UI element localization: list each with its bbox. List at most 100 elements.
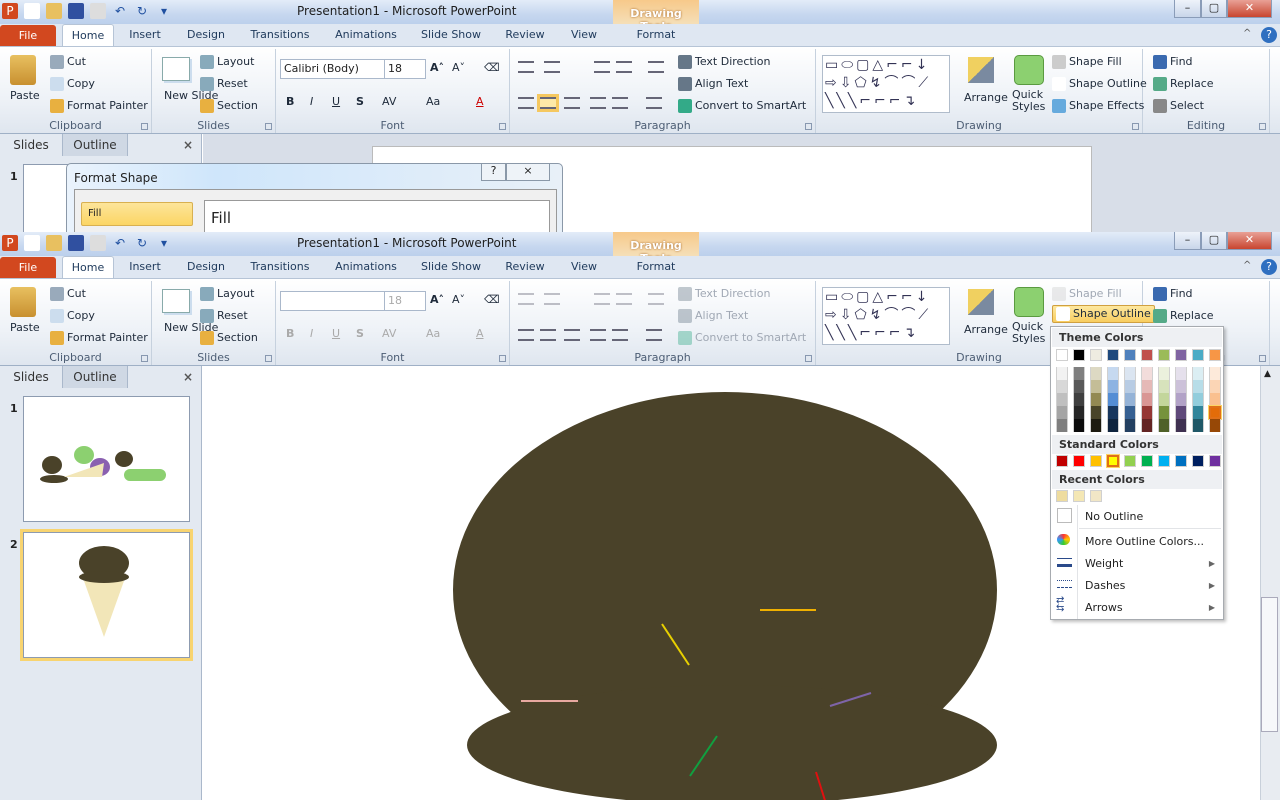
standard-color-swatch[interactable] — [1141, 455, 1153, 467]
save-icon[interactable] — [68, 235, 84, 251]
tab-insert[interactable]: Insert — [122, 24, 168, 46]
tab-format[interactable]: Format — [620, 24, 692, 46]
theme-shade-swatch[interactable] — [1192, 393, 1204, 406]
theme-shade-swatch[interactable] — [1192, 406, 1204, 419]
minimize-ribbon-icon[interactable]: ^ — [1243, 260, 1251, 271]
standard-color-swatch[interactable] — [1192, 455, 1204, 467]
print-preview-icon[interactable] — [90, 235, 106, 251]
quick-styles-button[interactable]: Quick Styles — [1012, 321, 1046, 345]
standard-color-swatch[interactable] — [1158, 455, 1170, 467]
theme-shade-swatch[interactable] — [1209, 393, 1221, 406]
theme-color-swatch[interactable] — [1158, 349, 1170, 361]
panel-tab-outline[interactable]: Outline — [62, 134, 128, 156]
theme-shade-swatch[interactable] — [1056, 406, 1068, 419]
recent-color-swatch[interactable] — [1073, 490, 1085, 502]
redo-icon[interactable]: ↻ — [134, 3, 150, 19]
column-layout-button[interactable] — [646, 329, 662, 341]
print-preview-icon[interactable] — [90, 3, 106, 19]
no-outline-item[interactable]: No Outline — [1085, 510, 1143, 523]
theme-shade-swatch[interactable] — [1209, 380, 1221, 393]
theme-shade-swatch[interactable] — [1107, 406, 1119, 419]
scoop-base-shape[interactable] — [467, 685, 997, 800]
dialog-launcher-icon[interactable] — [1259, 123, 1266, 130]
increase-indent-button[interactable] — [616, 61, 632, 73]
center-button[interactable] — [540, 329, 556, 341]
vertical-scrollbar[interactable] — [1260, 366, 1280, 800]
color-button[interactable]: A — [476, 95, 484, 108]
align-right-button[interactable] — [564, 97, 580, 109]
new-icon[interactable] — [24, 235, 40, 251]
theme-shade-swatch[interactable] — [1124, 406, 1136, 419]
standard-color-swatch[interactable] — [1073, 455, 1085, 467]
theme-shade-swatch[interactable] — [1141, 393, 1153, 406]
theme-color-swatch[interactable] — [1090, 349, 1102, 361]
app-icon[interactable]: P — [2, 3, 18, 19]
justify-button[interactable] — [590, 97, 606, 109]
minimize-button[interactable]: – — [1174, 232, 1201, 250]
dialog-launcher-icon[interactable] — [805, 355, 812, 362]
theme-color-swatch[interactable] — [1124, 349, 1136, 361]
tab-file[interactable]: File — [0, 25, 56, 46]
columns-button[interactable] — [612, 97, 628, 109]
align-left-button[interactable] — [518, 97, 534, 109]
slide-thumbnail-2[interactable] — [20, 529, 193, 661]
panel-tab-slides[interactable]: Slides — [0, 134, 62, 156]
theme-shade-swatch[interactable] — [1124, 380, 1136, 393]
arrange-button[interactable]: Arrange — [964, 91, 1008, 104]
theme-shade-swatch[interactable] — [1124, 419, 1136, 432]
quick-styles-button[interactable]: Quick Styles — [1012, 89, 1046, 113]
close-button[interactable]: ✕ — [1227, 232, 1272, 250]
dialog-launcher-icon[interactable] — [805, 123, 812, 130]
bullets-button[interactable] — [518, 61, 534, 73]
justify-button[interactable] — [590, 329, 606, 341]
dialog-launcher-icon[interactable] — [1259, 355, 1266, 362]
theme-shade-swatch[interactable] — [1056, 393, 1068, 406]
panel-close-button[interactable]: × — [178, 134, 198, 156]
theme-shade-swatch[interactable] — [1056, 367, 1068, 380]
scroll-up-arrow[interactable]: ▲ — [1264, 369, 1271, 379]
italic-button[interactable]: I — [310, 95, 313, 108]
align-right-button[interactable] — [564, 329, 580, 341]
theme-shade-swatch[interactable] — [1175, 406, 1187, 419]
cut-button[interactable]: Cut — [50, 287, 86, 301]
tab-design[interactable]: Design — [176, 24, 236, 46]
tab-design[interactable]: Design — [176, 256, 236, 278]
tab-view[interactable]: View — [560, 256, 608, 278]
shrink-font-button[interactable]: A˅ — [452, 61, 465, 74]
standard-color-swatch[interactable] — [1090, 455, 1102, 467]
theme-color-swatch[interactable] — [1073, 349, 1085, 361]
section-button[interactable]: Section — [200, 99, 258, 113]
spacing-button[interactable]: AV — [382, 95, 396, 108]
column-layout-button[interactable] — [646, 97, 662, 109]
shape-effects-button[interactable]: Shape Effects — [1052, 99, 1144, 113]
theme-shade-swatch[interactable] — [1158, 367, 1170, 380]
theme-shade-swatch[interactable] — [1090, 393, 1102, 406]
replace-button[interactable]: Replace — [1153, 309, 1214, 323]
tab-slide-show[interactable]: Slide Show — [412, 24, 490, 46]
shape-outline-button[interactable]: Shape Outline — [1052, 305, 1155, 323]
tab-review[interactable]: Review — [496, 24, 554, 46]
dialog-launcher-icon[interactable] — [265, 123, 272, 130]
tab-transitions[interactable]: Transitions — [246, 24, 314, 46]
theme-shade-swatch[interactable] — [1124, 367, 1136, 380]
bold-button[interactable]: B — [286, 95, 294, 108]
paste-button[interactable]: Paste — [10, 321, 40, 334]
app-icon[interactable]: P — [2, 235, 18, 251]
theme-shade-swatch[interactable] — [1158, 393, 1170, 406]
new-icon[interactable] — [24, 3, 40, 19]
theme-color-swatch[interactable] — [1107, 349, 1119, 361]
help-icon[interactable]: ? — [1261, 259, 1277, 275]
tab-view[interactable]: View — [560, 24, 608, 46]
theme-color-swatch[interactable] — [1056, 349, 1068, 361]
theme-color-swatch[interactable] — [1175, 349, 1187, 361]
select-button[interactable]: Select — [1153, 99, 1204, 113]
theme-shade-swatch[interactable] — [1141, 380, 1153, 393]
dialog-close-button[interactable]: × — [506, 164, 550, 181]
tab-home[interactable]: Home — [62, 24, 114, 47]
dialog-launcher-icon[interactable] — [141, 355, 148, 362]
undo-icon[interactable]: ↶ — [112, 235, 128, 251]
arrows-item[interactable]: Arrows — [1085, 601, 1123, 614]
reset-button[interactable]: Reset — [200, 309, 248, 323]
reset-button[interactable]: Reset — [200, 77, 248, 91]
tab-slide-show[interactable]: Slide Show — [412, 256, 490, 278]
